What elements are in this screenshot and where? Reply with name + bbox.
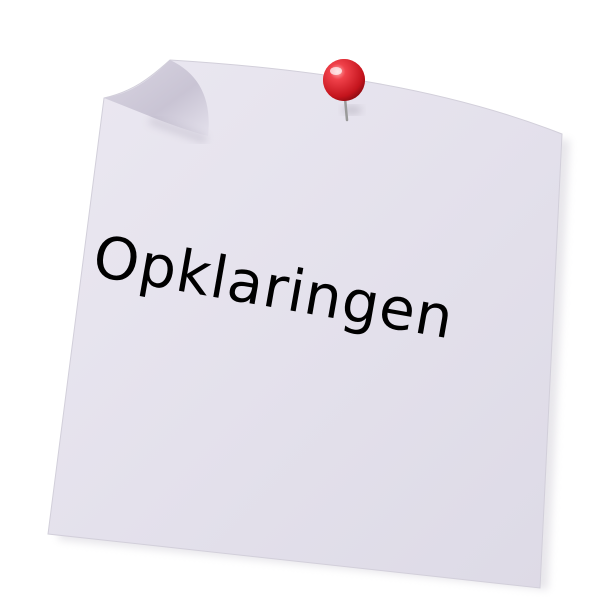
sticky-note-scene: Opklaringen	[0, 0, 591, 597]
